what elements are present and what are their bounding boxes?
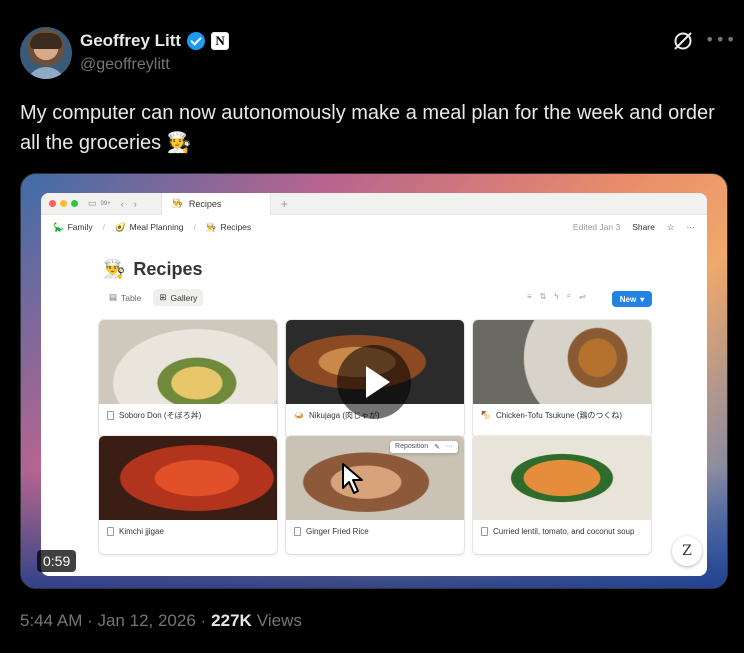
page-icon [294,527,301,536]
recipe-title: Chicken-Tofu Tsukune (鶏のつくね) [495,411,623,420]
recipe-card: Soboro Don (そぼろ丼) [99,320,277,438]
breadcrumb-icon: 👨‍🍳 [205,221,217,232]
tweet-meta: 5:44 AM · Jan 12, 2026 · 227K Views [20,611,302,631]
breadcrumb-icon: 🥑 [115,221,126,232]
grok-icon[interactable] [672,30,694,52]
affiliation-badge-icon[interactable]: N [211,32,230,50]
recipe-caption: Kimchi jjigae [99,520,277,544]
more-icon: ··· [446,443,453,450]
recipe-emoji-icon: 🍛 [294,411,304,420]
minimize-window-icon [60,200,67,207]
breadcrumb-item: Meal Planning [129,222,184,232]
sidebar-badge: 99+ [100,200,111,207]
author-handle[interactable]: @geoffreylitt [80,56,170,74]
avatar-shirt [26,67,66,79]
breadcrumb-separator: / [102,222,105,232]
views-label: Views [256,611,302,630]
tab-icon: 👨‍🍳 [171,198,183,208]
views-count: 227K [211,611,252,630]
star-icon: ☆ [666,221,675,232]
recipe-card: 🍢 Chicken-Tofu Tsukune (鶏のつくね) [473,320,651,438]
tweet-text: My computer can now autonomously make a … [20,102,715,154]
new-tab-icon: + [280,196,288,211]
database-tools: ≡ ⇅ ϟ ⌕ ⇌ [527,291,586,301]
recipe-title: Soboro Don (そぼろ丼) [119,411,202,420]
more-options-icon[interactable]: ••• [705,30,736,49]
tab-title: Recipes [188,198,222,209]
page-icon: 👨‍🍳 [103,259,126,279]
recipe-card: Kimchi jjigae [99,436,277,554]
chevron-down-icon: ▾ [640,294,645,304]
avatar-hair [30,33,62,49]
gallery-icon: ⊞ [159,292,167,302]
new-button: New ▾ [612,291,652,307]
notion-topbar: 🦕 Family / 🥑 Meal Planning / 👨‍🍳 Recipes… [41,215,707,239]
page-icon [481,527,488,536]
reposition-toolbar: Reposition ✎ ··· [390,441,458,453]
forward-arrow-icon: › [133,198,137,209]
verified-badge-icon[interactable] [187,32,206,50]
video-duration: 0:59 [37,550,77,572]
recipe-caption: Soboro Don (そぼろ丼) [99,404,277,428]
recipe-caption: 🍢 Chicken-Tofu Tsukune (鶏のつくね) [473,404,651,428]
close-window-icon [49,200,56,207]
automation-icon: ϟ [554,291,559,301]
view-table: ▤ Table [103,289,147,306]
settings-icon: ⇌ [579,291,586,301]
search-icon: ⌕ [566,291,572,300]
topbar-actions: Edited Jan 3 Share ☆ ··· [573,222,695,233]
recipe-card: Curried lentil, tomato, and coconut soup [473,436,651,554]
back-arrow-icon: ‹ [120,198,124,209]
new-button-label: New [619,294,637,304]
filter-icon: ≡ [527,291,532,301]
author-display-name[interactable]: Geoffrey Litt [80,31,181,51]
table-icon: ▤ [109,292,118,302]
recipe-card: Reposition ✎ ··· Ginger Fried Rice [286,436,464,554]
more-icon: ··· [686,222,696,232]
mouse-cursor-icon [342,463,363,494]
breadcrumb: 🦕 Family / 🥑 Meal Planning / 👨‍🍳 Recipes [53,222,251,233]
recipe-title: Curried lentil, tomato, and coconut soup [493,527,635,536]
recipe-caption: Curried lentil, tomato, and coconut soup [473,520,651,544]
recipe-emoji-icon: 🍢 [481,411,491,420]
recipe-caption: Ginger Fried Rice [286,520,464,544]
author-avatar[interactable] [20,27,72,79]
author-name-row: Geoffrey Litt N [80,31,230,51]
edit-icon: ✎ [434,444,440,451]
tab-recipes: 👨‍🍳 Recipes [160,193,271,215]
view-label: Gallery [170,292,198,303]
page-icon [107,411,114,420]
page-title-text: Recipes [133,259,203,279]
app-logo-icon: Z [672,536,702,566]
breadcrumb-item: Recipes [220,222,252,232]
share-label: Share [632,222,655,232]
recipe-image [99,436,277,520]
sort-icon: ⇅ [539,291,547,301]
timestamp[interactable]: 5:44 AM · Jan 12, 2026 · [20,611,206,631]
view-label: Table [121,292,142,303]
breadcrumb-icon: 🦕 [53,221,64,232]
reposition-label: Reposition [395,443,429,450]
recipe-image [473,436,651,520]
recipe-image [99,320,277,404]
sidebar-toggle-icon: ▭ [88,198,97,208]
maximize-window-icon [71,200,78,207]
page-title: 👨‍🍳 Recipes [103,259,202,280]
page-icon [107,527,114,536]
view-gallery: ⊞ Gallery [153,289,204,306]
breadcrumb-separator: / [193,222,196,232]
recipe-image [473,320,651,404]
recipe-title: Kimchi jjigae [119,527,164,536]
edited-label: Edited Jan 3 [572,222,621,232]
play-button[interactable] [337,345,411,419]
browser-tab-bar: ▭ 99+ ‹ › 👨‍🍳 Recipes + [41,193,707,215]
recipe-title: Ginger Fried Rice [306,527,369,536]
breadcrumb-item: Family [67,222,93,232]
database-views: ▤ Table ⊞ Gallery [103,289,204,306]
tweet-video[interactable]: ▭ 99+ ‹ › 👨‍🍳 Recipes + 🦕 Family / 🥑 Mea… [20,173,728,589]
